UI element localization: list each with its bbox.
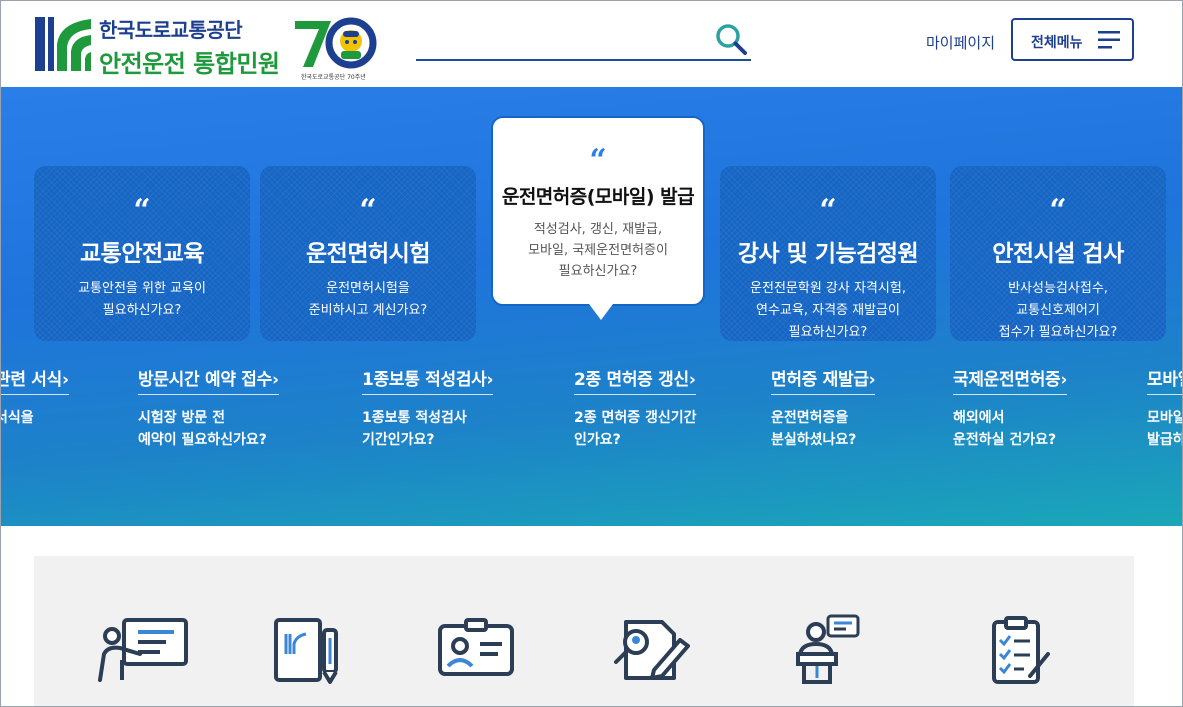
- card-title: 강사 및 기능검정원: [737, 241, 919, 267]
- brand-name[interactable]: 한국도로교통공단: [99, 14, 243, 43]
- quick-link-mobile[interactable]: 모바일 모바일 발급하: [1147, 365, 1182, 451]
- card-desc: 운전면허시험을 준비하시고 계신가요?: [308, 281, 428, 318]
- quick-link-desc: 2종 면허증 갱신기간 인가요?: [574, 410, 697, 448]
- all-menu-label: 전체메뉴: [1031, 35, 1083, 51]
- all-menu-button[interactable]: 전체메뉴: [1011, 18, 1134, 61]
- quick-link-desc: 1종보통 적성검사 기간인가요?: [362, 410, 467, 448]
- seventy-anniversary-icon: [295, 17, 377, 69]
- card-desc: 운전전문학원 강사 자격시험, 연수교육, 자격증 재발급이 필요하신가요?: [750, 281, 906, 340]
- quick-link-class1-aptitude[interactable]: 1종보통 적성검사› 1종보통 적성검사 기간인가요?: [362, 365, 494, 451]
- card-safety-facility-inspection[interactable]: “ 안전시설 검사 반사성능검사접수, 교통신호제어기 접수가 필요하신가요?: [950, 166, 1166, 341]
- quick-link-forms[interactable]: 관련 서식› 서식을: [1, 365, 69, 429]
- chevron-right-icon: ›: [486, 370, 494, 390]
- site-header: 한국도로교통공단 안전운전 통합민원 한국도로교통공단 70주년 마이페이지 전…: [1, 1, 1182, 87]
- quote-icon: “: [819, 193, 837, 228]
- speech-bubble-tail: [589, 304, 613, 320]
- card-desc: 반사성능검사접수, 교통신호제어기 접수가 필요하신가요?: [998, 281, 1118, 340]
- service-icon-strip: [34, 556, 1134, 706]
- chevron-right-icon: ›: [1060, 370, 1068, 390]
- quick-link-title: 2종 면허증 갱신›: [574, 365, 696, 395]
- quick-link-desc: 운전면허증을 분실하셨나요?: [771, 410, 857, 448]
- quick-link-reissue[interactable]: 면허증 재발급› 운전면허증을 분실하셨나요?: [771, 365, 876, 451]
- chevron-right-icon: ›: [271, 370, 279, 390]
- quick-link-desc: 해외에서 운전하실 건가요?: [953, 410, 1057, 448]
- search-icon[interactable]: [713, 21, 749, 57]
- quick-link-title: 방문시간 예약 접수›: [138, 365, 279, 395]
- mypage-link[interactable]: 마이페이지: [926, 32, 995, 53]
- quick-link-desc: 서식을: [1, 410, 34, 426]
- card-desc: 교통안전을 위한 교육이 필요하신가요?: [78, 281, 206, 318]
- card-license-exam[interactable]: “ 운전면허시험 운전면허시험을 준비하시고 계신가요?: [260, 166, 476, 341]
- quick-link-desc: 모바일 발급하: [1147, 410, 1182, 448]
- quick-link-title: 관련 서식›: [1, 365, 69, 395]
- page-frame: 한국도로교통공단 안전운전 통합민원 한국도로교통공단 70주년 마이페이지 전…: [0, 0, 1183, 707]
- quick-link-desc: 시험장 방문 전 예약이 필요하신가요?: [138, 410, 267, 448]
- anniversary-caption: 한국도로교통공단 70주년: [301, 74, 366, 81]
- card-title: 안전시설 검사: [992, 241, 1124, 267]
- quick-link-title: 모바일: [1147, 365, 1182, 395]
- id-card-icon[interactable]: [426, 614, 522, 686]
- chevron-right-icon: ›: [61, 370, 69, 390]
- quick-link-title: 국제운전면허증›: [953, 365, 1067, 395]
- search-bar: [416, 19, 751, 61]
- card-desc: 적성검사, 갱신, 재발급, 모바일, 국제운전면허증이 필요하신가요?: [528, 222, 668, 279]
- card-title: 운전면허시험: [306, 241, 430, 267]
- service-name[interactable]: 안전운전 통합민원: [99, 44, 280, 79]
- quick-link-title: 1종보통 적성검사›: [362, 365, 494, 395]
- quick-link-class2-renewal[interactable]: 2종 면허증 갱신› 2종 면허증 갱신기간 인가요?: [574, 365, 697, 451]
- card-title: 교통안전교육: [80, 241, 204, 267]
- checklist-icon[interactable]: [968, 614, 1064, 686]
- card-instructor-examiner[interactable]: “ 강사 및 기능검정원 운전전문학원 강사 자격시험, 연수교육, 자격증 재…: [720, 166, 936, 341]
- card-license-issuance[interactable]: “ 운전면허증(모바일) 발급 적성검사, 갱신, 재발급, 모바일, 국제운전…: [491, 116, 705, 320]
- quick-link-title: 면허증 재발급›: [771, 365, 876, 395]
- chevron-right-icon: ›: [688, 370, 696, 390]
- quick-link-international-license[interactable]: 국제운전면허증› 해외에서 운전하실 건가요?: [953, 365, 1067, 451]
- koroad-logo-icon[interactable]: [33, 15, 93, 73]
- speaker-podium-icon[interactable]: [776, 614, 872, 686]
- quote-icon: “: [1049, 193, 1067, 228]
- quote-icon: “: [359, 193, 377, 228]
- card-traffic-safety-education[interactable]: “ 교통안전교육 교통안전을 위한 교육이 필요하신가요?: [34, 166, 250, 341]
- search-document-icon[interactable]: [604, 614, 700, 686]
- search-input[interactable]: [416, 19, 706, 59]
- lecture-icon[interactable]: [94, 614, 190, 686]
- chevron-right-icon: ›: [868, 370, 876, 390]
- quote-icon: “: [133, 193, 151, 228]
- card-title: 운전면허증(모바일) 발급: [501, 186, 695, 208]
- quote-icon: “: [589, 143, 607, 178]
- license-document-icon[interactable]: [260, 614, 356, 686]
- hamburger-menu-icon: [1098, 31, 1120, 49]
- quick-link-visit-reservation[interactable]: 방문시간 예약 접수› 시험장 방문 전 예약이 필요하신가요?: [138, 365, 279, 451]
- hero-section: “ 교통안전교육 교통안전을 위한 교육이 필요하신가요? “ 운전면허시험 운…: [1, 87, 1182, 526]
- anniversary-badge: 한국도로교통공단 70주년: [291, 15, 381, 81]
